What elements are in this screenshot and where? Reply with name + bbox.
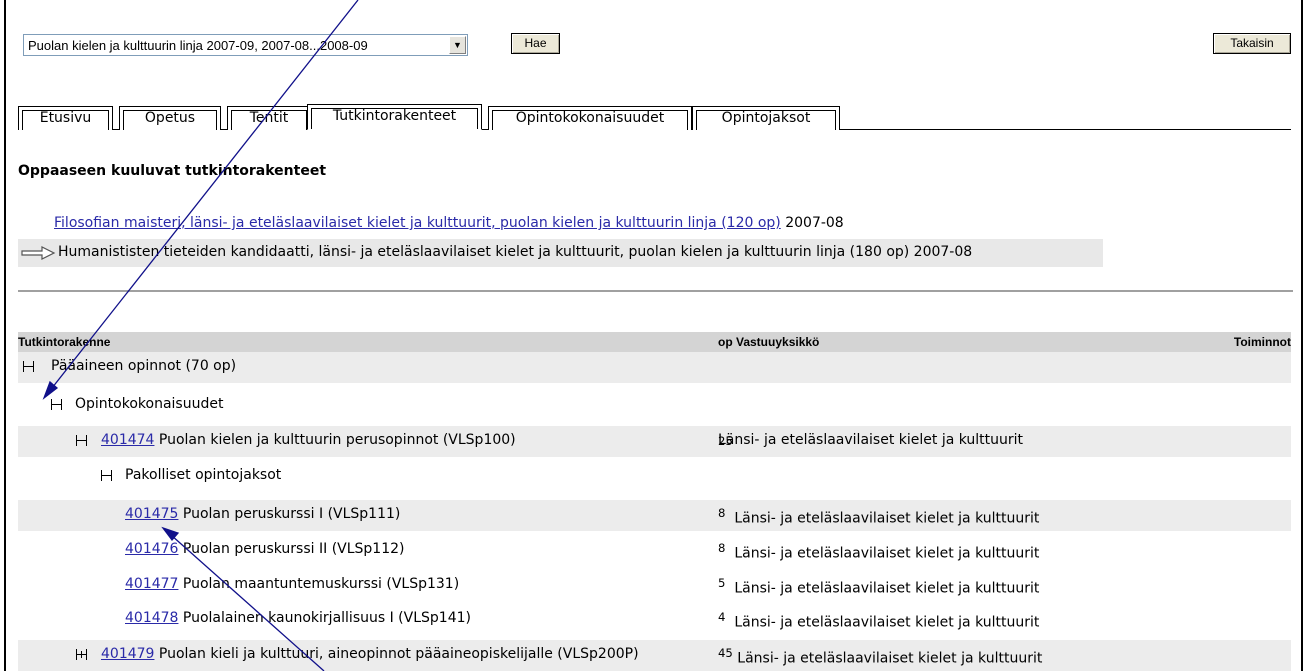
arrow-right-icon bbox=[21, 246, 56, 260]
header-op-unit: op Vastuuyksikkö bbox=[718, 335, 820, 349]
table-row: 401476 Puolan peruskurssi II (VLSp112) 8… bbox=[18, 535, 1291, 566]
page-title: Oppaaseen kuuluvat tutkintorakenteet bbox=[18, 163, 327, 179]
degree-year: 2007-08 bbox=[785, 215, 844, 231]
program-select[interactable]: Puolan kielen ja kulttuurin linja 2007-0… bbox=[23, 34, 468, 56]
tab-tutkintorakenteet[interactable]: Tutkintorakenteet bbox=[307, 104, 482, 130]
table-row: 401475 Puolan peruskurssi I (VLSp111) 8 … bbox=[18, 500, 1291, 531]
table-row: 401474 Puolan kielen ja kulttuurin perus… bbox=[18, 426, 1291, 457]
credits: 8 bbox=[718, 506, 726, 520]
table-row: Opintokokonaisuudet bbox=[18, 390, 1291, 421]
table-row: 401479 Puolan kieli ja kulttuuri, aineop… bbox=[18, 640, 1291, 671]
unit: Länsi- ja eteläslaavilaiset kielet ja ku… bbox=[737, 650, 1043, 667]
credits: 8 bbox=[718, 541, 726, 555]
credits: 25 bbox=[718, 434, 733, 448]
course-code-link[interactable]: 401478 bbox=[125, 610, 178, 626]
collapse-icon[interactable] bbox=[51, 399, 62, 410]
tab-tentit[interactable]: Tentit bbox=[227, 106, 311, 130]
tab-etusivu[interactable]: Etusivu bbox=[18, 106, 113, 130]
table-row: Pääaineen opinnot (70 op) bbox=[18, 352, 1291, 383]
table-row: Pakolliset opintojaksot bbox=[18, 461, 1291, 492]
row-label: Puolan peruskurssi I (VLSp111) bbox=[178, 506, 401, 522]
credits: 4 bbox=[718, 610, 726, 624]
header-actions: Toiminnot bbox=[1233, 335, 1291, 349]
unit: Länsi- ja eteläslaavilaiset kielet ja ku… bbox=[734, 510, 1040, 527]
row-label: Puolalainen kaunokirjallisuus I (VLSp141… bbox=[178, 610, 471, 626]
degree-text: Humanististen tieteiden kandidaatti, län… bbox=[58, 244, 973, 260]
course-code-link[interactable]: 401479 bbox=[101, 646, 154, 662]
collapse-icon[interactable] bbox=[101, 470, 112, 481]
row-label: Opintokokonaisuudet bbox=[75, 396, 224, 412]
unit: Länsi- ja eteläslaavilaiset kielet ja ku… bbox=[734, 545, 1040, 562]
degree-item: Filosofian maisteri, länsi- ja eteläslaa… bbox=[54, 215, 844, 231]
row-label: Puolan peruskurssi II (VLSp112) bbox=[178, 541, 405, 557]
tab-opetus[interactable]: Opetus bbox=[119, 106, 221, 130]
unit: Länsi- ja eteläslaavilaiset kielet ja ku… bbox=[734, 614, 1040, 631]
row-label: Pääaineen opinnot (70 op) bbox=[51, 358, 237, 374]
unit: Länsi- ja eteläslaavilaiset kielet ja ku… bbox=[734, 580, 1040, 597]
header-structure: Tutkintorakenne bbox=[18, 335, 111, 349]
table-header: Tutkintorakenne op Vastuuyksikkö Toiminn… bbox=[18, 332, 1291, 352]
collapse-icon[interactable] bbox=[76, 435, 87, 446]
credits: 45 bbox=[718, 646, 733, 660]
search-button[interactable]: Hae bbox=[511, 33, 560, 54]
expand-icon[interactable] bbox=[76, 649, 87, 660]
row-label: Puolan kieli ja kulttuuri, aineopinnot p… bbox=[154, 646, 639, 662]
degree-link[interactable]: Filosofian maisteri, länsi- ja eteläslaa… bbox=[54, 215, 781, 231]
table-row: 401478 Puolalainen kaunokirjallisuus I (… bbox=[18, 604, 1291, 635]
course-code-link[interactable]: 401477 bbox=[125, 576, 178, 592]
row-label: Puolan maantuntemuskurssi (VLSp131) bbox=[178, 576, 460, 592]
unit: Länsi- ja eteläslaavilaiset kielet ja ku… bbox=[718, 432, 1024, 448]
course-code-link[interactable]: 401476 bbox=[125, 541, 178, 557]
tab-opintokokonaisuudet[interactable]: Opintokokonaisuudet bbox=[488, 106, 692, 130]
table-row: 401477 Puolan maantuntemuskurssi (VLSp13… bbox=[18, 570, 1291, 601]
collapse-icon[interactable] bbox=[23, 361, 34, 372]
chevron-down-icon[interactable]: ▼ bbox=[449, 36, 466, 54]
row-label: Pakolliset opintojaksot bbox=[125, 467, 282, 483]
course-code-link[interactable]: 401474 bbox=[101, 432, 154, 448]
tab-bar: Etusivu Opetus Tentit Tutkintorakenteet … bbox=[18, 104, 1291, 130]
program-select-value: Puolan kielen ja kulttuurin linja 2007-0… bbox=[28, 38, 368, 53]
degree-item-selected: Humanististen tieteiden kandidaatti, län… bbox=[18, 239, 1103, 267]
course-code-link[interactable]: 401475 bbox=[125, 506, 178, 522]
back-button[interactable]: Takaisin bbox=[1213, 33, 1291, 54]
row-label: Puolan kielen ja kulttuurin perusopinnot… bbox=[154, 432, 516, 448]
tab-opintojaksot[interactable]: Opintojaksot bbox=[692, 106, 840, 130]
divider bbox=[18, 290, 1293, 292]
credits: 5 bbox=[718, 576, 726, 590]
